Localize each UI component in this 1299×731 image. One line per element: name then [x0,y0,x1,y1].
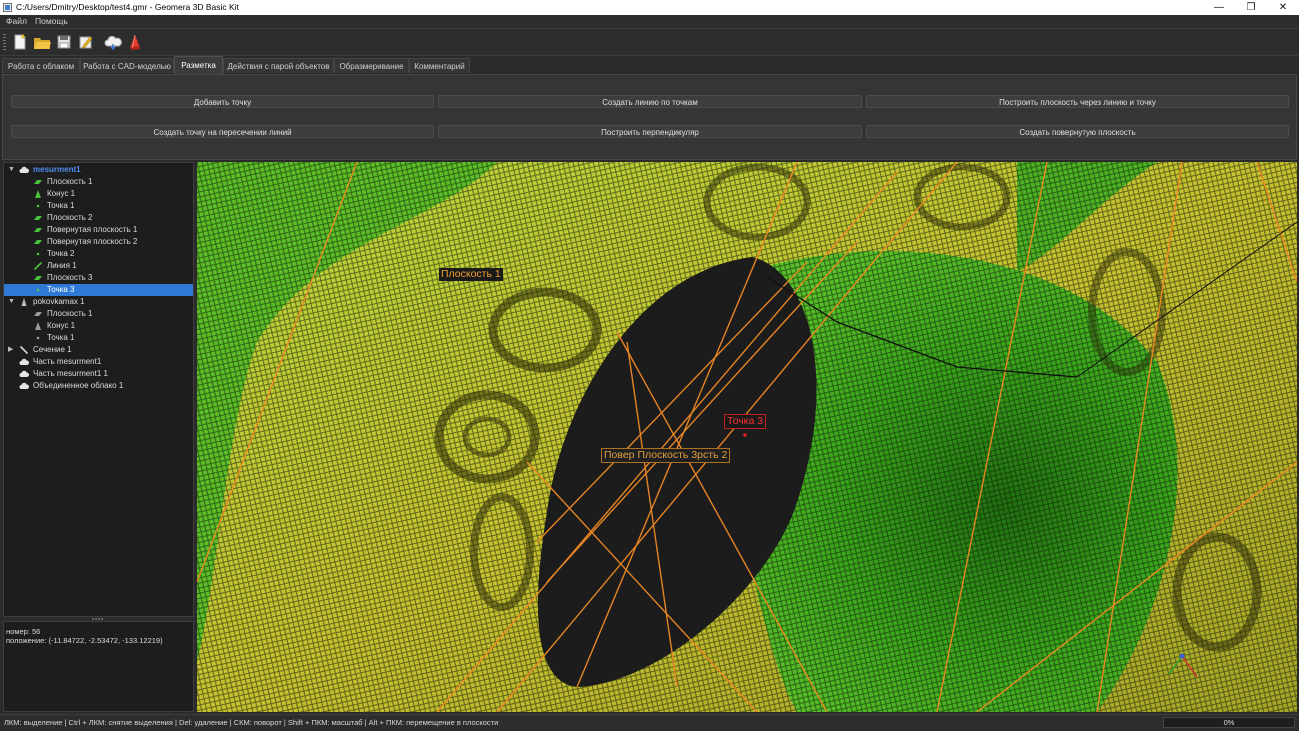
tree-node-pk-plane1[interactable]: Плоскость 1 [4,308,193,320]
collapse-arrow-icon[interactable]: ▼ [8,164,15,176]
line-icon [33,261,43,271]
status-hint: ЛКМ: выделение | Ctrl + ЛКМ: снятие выде… [4,718,499,727]
edit-icon[interactable] [77,33,95,51]
menu-bar: Файл Помощь [0,15,1299,29]
cloud-icon [19,357,29,367]
line-by-points-button[interactable]: Создать линию по точкам [438,95,862,108]
plane-icon [33,237,43,247]
plane-icon [33,273,43,283]
cone-icon [19,297,29,307]
collapse-arrow-icon[interactable]: ▼ [8,296,15,308]
tree-node-cone1[interactable]: Конус 1 [4,188,193,200]
save-icon[interactable] [55,33,73,51]
cone-icon [33,189,43,199]
tree-node-rotated-plane2[interactable]: Повернутая плоскость 2 [4,236,193,248]
progress-bar: 0% [1163,717,1295,728]
tree-node-merged-cloud[interactable]: Объединенное облако 1 [4,380,193,392]
menu-help[interactable]: Помощь [35,16,68,26]
new-file-icon[interactable] [11,33,29,51]
tab-cad-model[interactable]: Работа с CAD-моделью [80,58,174,73]
window-title: C:/Users/Dmitry/Desktop/test4.gmr - Geom… [16,2,239,12]
tab-comment[interactable]: Комментарий [409,58,470,73]
rotated-plane-button[interactable]: Создать повернутую плоскость [866,125,1289,138]
tree-node-line1[interactable]: Линия 1 [4,260,193,272]
tree-node-rotated-plane1[interactable]: Повернутая плоскость 1 [4,224,193,236]
plane-icon [33,213,43,223]
cloud-icon [19,165,29,175]
menu-file[interactable]: Файл [6,16,27,26]
tree-node-part1[interactable]: Часть mesurment1 [4,356,193,368]
app-icon [3,3,12,12]
tree-node-point1[interactable]: Точка 1 [4,200,193,212]
object-tree: ▼ mesurment1 Плоскость 1 Конус 1 Точка 1… [3,162,194,617]
tab-markup[interactable]: Разметка [174,56,223,74]
cloud-icon [19,369,29,379]
perpendicular-button[interactable]: Построить перпендикуляр [438,125,862,138]
plane-icon [33,225,43,235]
progress-text: 0% [1223,718,1235,727]
tab-dimensioning[interactable]: Образмеривание [334,58,409,73]
tree-node-point3[interactable]: Точка 3 [4,284,193,296]
point-cloud-render[interactable] [197,162,1297,712]
point-icon [33,333,43,343]
point-icon [33,201,43,211]
plane-through-line-point-button[interactable]: Построить плоскость через линию и точку [866,95,1289,108]
maximize-button[interactable]: ❐ [1235,0,1267,15]
3d-viewport[interactable]: Плоскость 1 Точка 3 Повер Плоскость 3рст… [197,162,1297,712]
status-bar: ЛКМ: выделение | Ctrl + ЛКМ: снятие выде… [0,714,1299,731]
open-folder-icon[interactable] [33,33,51,51]
info-position: положение: (-11.84722, -2.53472, -133.12… [6,636,163,645]
section-icon [19,345,29,355]
tree-node-pk-point1[interactable]: Точка 1 [4,332,193,344]
add-point-button[interactable]: Добавить точку [11,95,434,108]
toolbar [0,29,1299,56]
point-icon [33,285,43,295]
plane-icon [33,177,43,187]
cone-icon[interactable] [126,33,144,51]
label-plane1[interactable]: Плоскость 1 [439,268,503,281]
cloud-icon [19,381,29,391]
tab-pair-actions[interactable]: Действия с парой объектов [223,58,334,73]
minimize-button[interactable]: — [1203,0,1235,15]
toolbar-grip[interactable] [3,34,6,50]
label-point3[interactable]: Точка 3 [724,414,767,429]
expand-arrow-icon[interactable]: ▶ [8,344,13,356]
tree-node-pk-cone1[interactable]: Конус 1 [4,320,193,332]
properties-panel: номер: 56 положение: (-11.84722, -2.5347… [3,621,194,712]
cloud-icon[interactable] [104,33,122,51]
tree-node-mesurment1[interactable]: ▼ mesurment1 [4,164,193,176]
tab-bar: Работа с облаком Работа с CAD-моделью Ра… [0,56,1299,74]
point-icon [33,249,43,259]
tree-node-part2[interactable]: Часть mesurment1 1 [4,368,193,380]
info-number: номер: 56 [6,627,41,636]
tree-node-section1[interactable]: ▶ Сечение 1 [4,344,193,356]
close-button[interactable]: ✕ [1267,0,1299,15]
tab-cloud-work[interactable]: Работа с облаком [2,58,80,73]
markup-actions-panel: Добавить точку Создать линию по точкам П… [2,74,1297,160]
label-overlapping-planes[interactable]: Повер Плоскость 3рсть 2 [601,448,731,463]
tree-node-point2[interactable]: Точка 2 [4,248,193,260]
tree-node-plane3[interactable]: Плоскость 3 [4,272,193,284]
plane-icon [33,309,43,319]
tree-node-plane2[interactable]: Плоскость 2 [4,212,193,224]
point3-marker[interactable] [743,433,747,437]
point-at-intersection-button[interactable]: Создать точку на пересечении линий [11,125,434,138]
title-bar: C:/Users/Dmitry/Desktop/test4.gmr - Geom… [0,0,1299,15]
tree-node-plane1[interactable]: Плоскость 1 [4,176,193,188]
tree-node-pokovkamax[interactable]: ▼ pokovkamax 1 [4,296,193,308]
cone-icon [33,321,43,331]
